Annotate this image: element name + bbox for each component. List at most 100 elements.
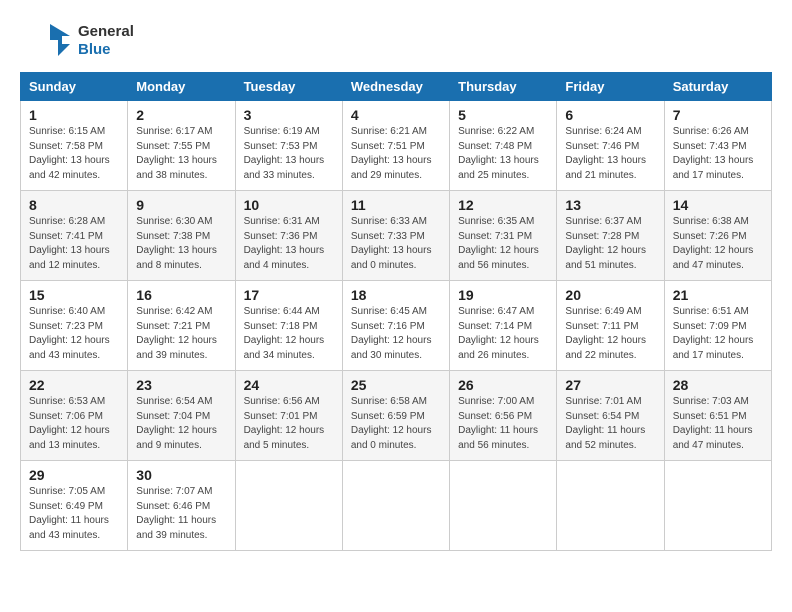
day-number: 13 [565, 197, 655, 213]
day-info: Sunrise: 6:53 AMSunset: 7:06 PMDaylight:… [29, 396, 110, 451]
day-info: Sunrise: 6:49 AMSunset: 7:11 PMDaylight:… [565, 306, 646, 361]
day-info: Sunrise: 6:15 AMSunset: 7:58 PMDaylight:… [29, 126, 110, 181]
day-number: 20 [565, 287, 655, 303]
day-info: Sunrise: 6:45 AMSunset: 7:16 PMDaylight:… [351, 306, 432, 361]
day-number: 28 [673, 377, 763, 393]
calendar-day-header: Tuesday [235, 73, 342, 101]
day-info: Sunrise: 7:01 AMSunset: 6:54 PMDaylight:… [565, 396, 645, 451]
calendar-cell: 10 Sunrise: 6:31 AMSunset: 7:36 PMDaylig… [235, 191, 342, 281]
logo: GeneralBlue [20, 20, 134, 62]
calendar-day-header: Wednesday [342, 73, 449, 101]
calendar-week-row: 8 Sunrise: 6:28 AMSunset: 7:41 PMDayligh… [21, 191, 772, 281]
day-number: 12 [458, 197, 548, 213]
day-info: Sunrise: 6:54 AMSunset: 7:04 PMDaylight:… [136, 396, 217, 451]
day-info: Sunrise: 6:19 AMSunset: 7:53 PMDaylight:… [244, 126, 325, 181]
calendar-cell [664, 461, 771, 551]
day-number: 8 [29, 197, 119, 213]
calendar-cell: 18 Sunrise: 6:45 AMSunset: 7:16 PMDaylig… [342, 281, 449, 371]
calendar-cell: 27 Sunrise: 7:01 AMSunset: 6:54 PMDaylig… [557, 371, 664, 461]
day-number: 3 [244, 107, 334, 123]
day-number: 18 [351, 287, 441, 303]
day-info: Sunrise: 6:33 AMSunset: 7:33 PMDaylight:… [351, 216, 432, 271]
calendar-cell: 11 Sunrise: 6:33 AMSunset: 7:33 PMDaylig… [342, 191, 449, 281]
day-number: 4 [351, 107, 441, 123]
calendar-cell: 30 Sunrise: 7:07 AMSunset: 6:46 PMDaylig… [128, 461, 235, 551]
day-number: 17 [244, 287, 334, 303]
logo-icon [20, 20, 70, 62]
day-number: 14 [673, 197, 763, 213]
calendar-week-row: 29 Sunrise: 7:05 AMSunset: 6:49 PMDaylig… [21, 461, 772, 551]
calendar-cell: 1 Sunrise: 6:15 AMSunset: 7:58 PMDayligh… [21, 101, 128, 191]
calendar-cell: 14 Sunrise: 6:38 AMSunset: 7:26 PMDaylig… [664, 191, 771, 281]
day-number: 26 [458, 377, 548, 393]
calendar-cell [450, 461, 557, 551]
day-number: 30 [136, 467, 226, 483]
day-number: 24 [244, 377, 334, 393]
day-number: 23 [136, 377, 226, 393]
day-info: Sunrise: 6:37 AMSunset: 7:28 PMDaylight:… [565, 216, 646, 271]
calendar-day-header: Friday [557, 73, 664, 101]
day-number: 29 [29, 467, 119, 483]
calendar-cell: 2 Sunrise: 6:17 AMSunset: 7:55 PMDayligh… [128, 101, 235, 191]
calendar-cell: 12 Sunrise: 6:35 AMSunset: 7:31 PMDaylig… [450, 191, 557, 281]
calendar-cell: 15 Sunrise: 6:40 AMSunset: 7:23 PMDaylig… [21, 281, 128, 371]
calendar-cell: 19 Sunrise: 6:47 AMSunset: 7:14 PMDaylig… [450, 281, 557, 371]
calendar-day-header: Sunday [21, 73, 128, 101]
calendar-cell: 21 Sunrise: 6:51 AMSunset: 7:09 PMDaylig… [664, 281, 771, 371]
calendar-cell [557, 461, 664, 551]
calendar-day-header: Thursday [450, 73, 557, 101]
day-info: Sunrise: 7:03 AMSunset: 6:51 PMDaylight:… [673, 396, 753, 451]
day-info: Sunrise: 6:35 AMSunset: 7:31 PMDaylight:… [458, 216, 539, 271]
calendar-cell: 20 Sunrise: 6:49 AMSunset: 7:11 PMDaylig… [557, 281, 664, 371]
day-number: 9 [136, 197, 226, 213]
day-number: 5 [458, 107, 548, 123]
calendar-cell: 22 Sunrise: 6:53 AMSunset: 7:06 PMDaylig… [21, 371, 128, 461]
logo-blue: Blue [78, 41, 134, 59]
day-info: Sunrise: 7:07 AMSunset: 6:46 PMDaylight:… [136, 486, 216, 541]
day-info: Sunrise: 7:00 AMSunset: 6:56 PMDaylight:… [458, 396, 538, 451]
calendar-day-header: Saturday [664, 73, 771, 101]
calendar-cell: 29 Sunrise: 7:05 AMSunset: 6:49 PMDaylig… [21, 461, 128, 551]
day-info: Sunrise: 6:56 AMSunset: 7:01 PMDaylight:… [244, 396, 325, 451]
day-info: Sunrise: 6:21 AMSunset: 7:51 PMDaylight:… [351, 126, 432, 181]
day-number: 16 [136, 287, 226, 303]
calendar-cell [342, 461, 449, 551]
day-number: 7 [673, 107, 763, 123]
day-number: 6 [565, 107, 655, 123]
day-number: 19 [458, 287, 548, 303]
calendar-header-row: SundayMondayTuesdayWednesdayThursdayFrid… [21, 73, 772, 101]
day-info: Sunrise: 6:51 AMSunset: 7:09 PMDaylight:… [673, 306, 754, 361]
calendar-week-row: 15 Sunrise: 6:40 AMSunset: 7:23 PMDaylig… [21, 281, 772, 371]
day-info: Sunrise: 6:58 AMSunset: 6:59 PMDaylight:… [351, 396, 432, 451]
calendar-cell: 26 Sunrise: 7:00 AMSunset: 6:56 PMDaylig… [450, 371, 557, 461]
page-header: GeneralBlue [20, 20, 772, 62]
calendar-table: SundayMondayTuesdayWednesdayThursdayFrid… [20, 72, 772, 551]
day-info: Sunrise: 6:30 AMSunset: 7:38 PMDaylight:… [136, 216, 217, 271]
day-number: 15 [29, 287, 119, 303]
calendar-cell: 4 Sunrise: 6:21 AMSunset: 7:51 PMDayligh… [342, 101, 449, 191]
calendar-cell: 17 Sunrise: 6:44 AMSunset: 7:18 PMDaylig… [235, 281, 342, 371]
calendar-cell: 24 Sunrise: 6:56 AMSunset: 7:01 PMDaylig… [235, 371, 342, 461]
day-info: Sunrise: 6:22 AMSunset: 7:48 PMDaylight:… [458, 126, 539, 181]
day-number: 2 [136, 107, 226, 123]
calendar-cell: 7 Sunrise: 6:26 AMSunset: 7:43 PMDayligh… [664, 101, 771, 191]
calendar-cell: 9 Sunrise: 6:30 AMSunset: 7:38 PMDayligh… [128, 191, 235, 281]
calendar-cell: 3 Sunrise: 6:19 AMSunset: 7:53 PMDayligh… [235, 101, 342, 191]
calendar-cell: 25 Sunrise: 6:58 AMSunset: 6:59 PMDaylig… [342, 371, 449, 461]
calendar-week-row: 22 Sunrise: 6:53 AMSunset: 7:06 PMDaylig… [21, 371, 772, 461]
calendar-day-header: Monday [128, 73, 235, 101]
day-info: Sunrise: 6:38 AMSunset: 7:26 PMDaylight:… [673, 216, 754, 271]
day-info: Sunrise: 6:17 AMSunset: 7:55 PMDaylight:… [136, 126, 217, 181]
day-number: 22 [29, 377, 119, 393]
day-info: Sunrise: 7:05 AMSunset: 6:49 PMDaylight:… [29, 486, 109, 541]
day-number: 1 [29, 107, 119, 123]
calendar-cell: 16 Sunrise: 6:42 AMSunset: 7:21 PMDaylig… [128, 281, 235, 371]
day-number: 11 [351, 197, 441, 213]
day-info: Sunrise: 6:40 AMSunset: 7:23 PMDaylight:… [29, 306, 110, 361]
calendar-cell: 8 Sunrise: 6:28 AMSunset: 7:41 PMDayligh… [21, 191, 128, 281]
day-info: Sunrise: 6:47 AMSunset: 7:14 PMDaylight:… [458, 306, 539, 361]
day-number: 21 [673, 287, 763, 303]
day-number: 10 [244, 197, 334, 213]
calendar-cell: 23 Sunrise: 6:54 AMSunset: 7:04 PMDaylig… [128, 371, 235, 461]
calendar-week-row: 1 Sunrise: 6:15 AMSunset: 7:58 PMDayligh… [21, 101, 772, 191]
